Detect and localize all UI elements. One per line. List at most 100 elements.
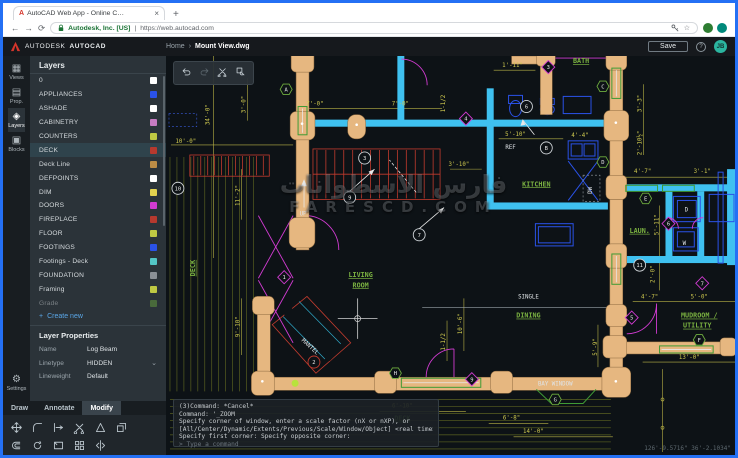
layer-color-swatch[interactable] bbox=[150, 77, 157, 84]
sidebar-item-settings[interactable]: ⚙ Settings bbox=[3, 371, 30, 395]
command-line-panel[interactable]: (3)Command: *Cancel*Command: '_ZOOMSpeci… bbox=[173, 399, 439, 447]
svg-text:G: G bbox=[554, 397, 557, 403]
svg-text:E: E bbox=[644, 196, 647, 202]
reload-icon[interactable]: ⟳ bbox=[38, 23, 45, 34]
layer-color-swatch[interactable] bbox=[150, 244, 157, 251]
trim-tool-icon[interactable] bbox=[217, 64, 228, 82]
app-header: AUTODESK AUTOCAD Home › Mount View.dwg S… bbox=[3, 37, 735, 56]
command-input[interactable]: > Type a command bbox=[179, 441, 433, 449]
new-tab-button[interactable]: + bbox=[173, 9, 179, 20]
layer-color-swatch[interactable] bbox=[150, 119, 157, 126]
layer-row[interactable]: APPLIANCES bbox=[30, 88, 166, 102]
layer-color-swatch[interactable] bbox=[150, 286, 157, 293]
undo-icon[interactable] bbox=[181, 64, 192, 82]
sidebar-item-layers[interactable]: ◈ Layers bbox=[8, 108, 25, 132]
profile-avatar[interactable] bbox=[717, 23, 727, 33]
offset-tool-icon[interactable] bbox=[9, 438, 23, 452]
redo-icon[interactable] bbox=[199, 64, 210, 82]
layer-color-swatch[interactable] bbox=[150, 189, 157, 196]
layer-row[interactable]: FOOTINGS bbox=[30, 241, 166, 255]
layer-row[interactable]: FLOOR bbox=[30, 227, 166, 241]
mirror-tool-icon[interactable] bbox=[93, 438, 107, 452]
tab-modify[interactable]: Modify bbox=[82, 401, 121, 415]
layer-color-swatch[interactable] bbox=[150, 230, 157, 237]
layer-row[interactable]: 0 bbox=[30, 74, 166, 88]
layer-row[interactable]: Framing bbox=[30, 282, 166, 296]
cad-text: 5'-9" bbox=[593, 338, 599, 356]
user-avatar[interactable]: JB bbox=[714, 40, 727, 53]
browser-tab[interactable]: A AutoCAD Web App - Online C… × bbox=[13, 6, 165, 20]
tab-title: AutoCAD Web App - Online C… bbox=[27, 10, 151, 17]
bay-window-shape bbox=[536, 389, 596, 403]
create-new-layer-button[interactable]: + Create new bbox=[30, 310, 166, 326]
hex-callout: H bbox=[389, 368, 401, 379]
property-row-lineweight[interactable]: Lineweight Default bbox=[30, 370, 166, 384]
browser-chrome: A AutoCAD Web App - Online C… × + ← → ⟳ … bbox=[3, 3, 735, 37]
layer-color-swatch[interactable] bbox=[150, 133, 157, 140]
move-tool-icon[interactable] bbox=[9, 420, 23, 434]
layer-color-swatch[interactable] bbox=[150, 105, 157, 112]
layer-color-swatch[interactable] bbox=[150, 258, 157, 265]
url-row: ← → ⟳ Autodesk, Inc. [US] | https://web.… bbox=[3, 20, 735, 37]
layer-row[interactable]: DIM bbox=[30, 185, 166, 199]
layer-color-swatch[interactable] bbox=[150, 216, 157, 223]
tab-draw[interactable]: Draw bbox=[3, 401, 36, 415]
layer-row[interactable]: DEFPOINTS bbox=[30, 171, 166, 185]
rectangle-tool-icon[interactable] bbox=[51, 438, 65, 452]
layer-row[interactable]: FOUNDATION bbox=[30, 268, 166, 282]
array-tool-icon[interactable] bbox=[72, 438, 86, 452]
scale-tool-icon[interactable] bbox=[93, 420, 107, 434]
layer-color-swatch[interactable] bbox=[150, 175, 157, 182]
extend-tool-icon[interactable] bbox=[51, 420, 65, 434]
bookmark-star-icon[interactable]: ☆ bbox=[684, 24, 690, 32]
back-icon[interactable]: ← bbox=[11, 23, 20, 33]
save-button[interactable]: Save bbox=[648, 41, 688, 52]
layer-row[interactable]: Deck Line bbox=[30, 157, 166, 171]
sidebar-item-blocks[interactable]: ▣ Blocks bbox=[8, 132, 25, 156]
layer-color-swatch[interactable] bbox=[150, 161, 157, 168]
properties-icon: ▤ bbox=[12, 88, 21, 98]
layer-row[interactable]: DOORS bbox=[30, 199, 166, 213]
fillet-tool-icon[interactable] bbox=[30, 420, 44, 434]
command-history-line: (3)Command: *Cancel* bbox=[179, 403, 433, 411]
breadcrumb-home[interactable]: Home bbox=[166, 43, 185, 50]
panel-scrollbar[interactable] bbox=[163, 76, 165, 226]
cad-text: DECK bbox=[189, 259, 197, 276]
layer-row[interactable]: FIREPLACE bbox=[30, 213, 166, 227]
tab-annotate[interactable]: Annotate bbox=[36, 401, 82, 415]
address-bar[interactable]: Autodesk, Inc. [US] | https://web.autoca… bbox=[50, 22, 698, 34]
forward-icon[interactable]: → bbox=[25, 23, 34, 33]
chevron-down-icon[interactable]: ⌄ bbox=[151, 359, 157, 367]
key-icon[interactable] bbox=[671, 24, 679, 32]
tab-strip: A AutoCAD Web App - Online C… × + bbox=[3, 3, 735, 20]
drawing-canvas[interactable]: 34'-0"3'-0"10'-0"7'-0"7'-0"1'-11"5'-10"4… bbox=[166, 56, 735, 455]
sidebar-item-views[interactable]: ▦ Views bbox=[8, 60, 25, 84]
hex-callout: F bbox=[693, 335, 705, 346]
rotate-tool-icon[interactable] bbox=[30, 438, 44, 452]
help-icon[interactable]: ? bbox=[696, 42, 706, 52]
zoom-window-icon[interactable] bbox=[235, 64, 246, 82]
layer-row[interactable]: CABINETRY bbox=[30, 116, 166, 130]
sidebar-item-prop[interactable]: ▤ Prop. bbox=[8, 84, 25, 108]
layer-row[interactable]: Grade bbox=[30, 296, 166, 310]
layer-color-swatch[interactable] bbox=[150, 272, 157, 279]
layer-color-swatch[interactable] bbox=[150, 202, 157, 209]
cad-text: 5'-10" bbox=[505, 132, 526, 138]
layer-color-swatch[interactable] bbox=[150, 147, 157, 154]
property-row-name[interactable]: Name Log Beam bbox=[30, 343, 166, 357]
trim-tool-icon[interactable] bbox=[72, 420, 86, 434]
property-row-linetype[interactable]: Linetype HIDDEN⌄ bbox=[30, 357, 166, 371]
floorplan-svg[interactable]: 34'-0"3'-0"10'-0"7'-0"7'-0"1'-11"5'-10"4… bbox=[166, 56, 735, 455]
close-tab-icon[interactable]: × bbox=[154, 9, 159, 18]
cad-text: 3'-10" bbox=[449, 162, 470, 168]
layer-row[interactable]: COUNTERS bbox=[30, 130, 166, 144]
layer-color-swatch[interactable] bbox=[150, 300, 157, 307]
layer-row[interactable]: DECK bbox=[30, 143, 166, 157]
layer-row[interactable]: Footings - Deck bbox=[30, 255, 166, 269]
command-history-line: Specify corner of window, enter a scale … bbox=[179, 418, 433, 426]
extension-avatar[interactable] bbox=[703, 23, 713, 33]
copy-tool-icon[interactable] bbox=[114, 420, 128, 434]
cad-text: 10'-6" bbox=[458, 313, 464, 334]
layer-color-swatch[interactable] bbox=[150, 91, 157, 98]
layer-row[interactable]: ASHADE bbox=[30, 102, 166, 116]
